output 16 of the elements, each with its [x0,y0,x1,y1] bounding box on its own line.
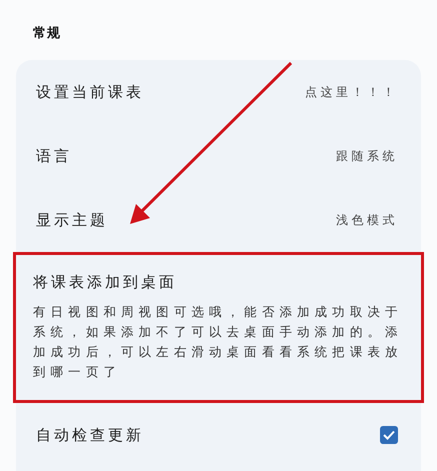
setting-title: 自动检查更新 [36,426,144,444]
section-title: 常规 [33,25,61,42]
setting-title: 设置当前课表 [36,82,144,102]
setting-row[interactable]: 显示主题 浅色模式 [16,188,421,252]
setting-title: 将课表添加到桌面 [33,273,177,292]
setting-value: 跟随系统 [336,148,398,164]
checkbox[interactable] [380,426,398,444]
setting-title: 语言 [36,146,72,166]
setting-title: 显示主题 [36,210,108,230]
setting-row[interactable]: 自动检查更新 [16,403,421,467]
setting-value: 点这里！！！ [305,84,398,100]
setting-row[interactable]: 语言 跟随系统 [16,124,421,188]
setting-description: 有日视图和周视图可选哦，能否添加成功取决于系统，如果添加不了可以去桌面手动添加的。添加成功后，可以左右滑动桌面看看系统把课表放到哪一页了 [33,303,404,381]
setting-row[interactable]: 设置当前课表 点这里！！！ [16,60,421,124]
setting-value: 浅色模式 [336,212,398,228]
highlighted-setting-row[interactable]: 将课表添加到桌面 有日视图和周视图可选哦，能否添加成功取决于系统，如果添加不了可以去桌面手动添加的。添加成功后，可以左右滑动桌面看看系统把课表放到哪一页了 [13,252,424,403]
